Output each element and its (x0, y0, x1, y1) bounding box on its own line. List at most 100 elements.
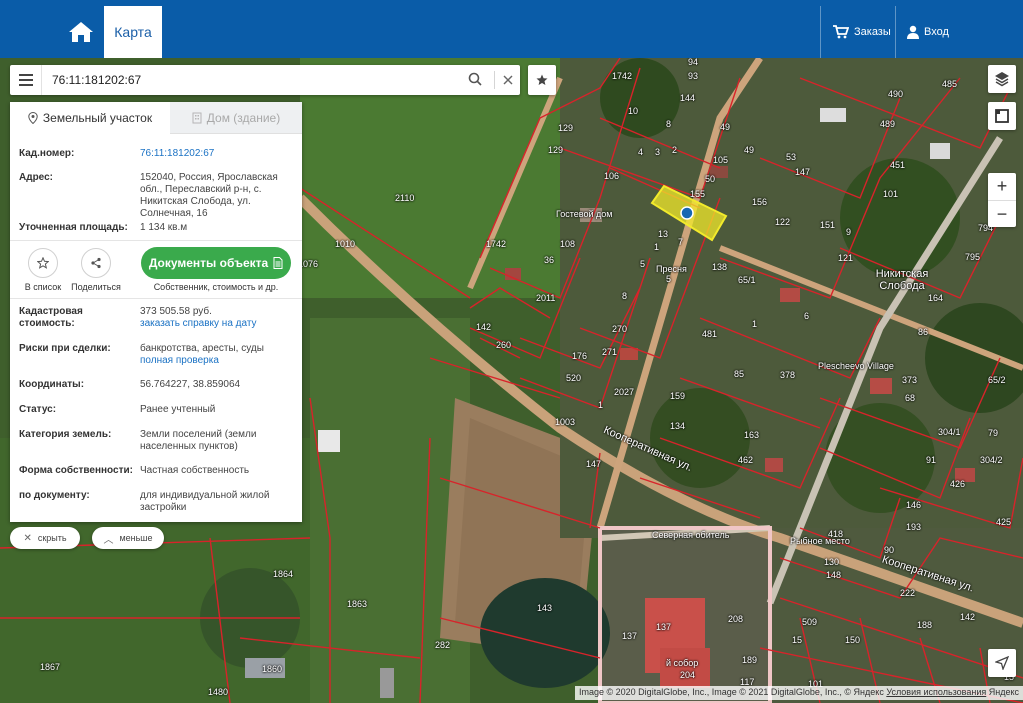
parcel-label: 148 (826, 570, 842, 580)
zoom-out-button[interactable]: − (988, 201, 1016, 228)
ownership-value: Частная собственность (140, 465, 250, 476)
parcel-label: 795 (965, 252, 981, 262)
parcel-label: 373 (902, 375, 918, 385)
cadastral-cost-value-block: 373 505.58 руб. заказать справку на дату (140, 306, 300, 330)
order-certificate-link[interactable]: заказать справку на дату (140, 318, 300, 330)
layers-button[interactable] (988, 65, 1016, 93)
parcel-label: 204 (680, 670, 696, 680)
parcel-label: 208 (728, 614, 744, 624)
ownership-label: Форма собственности: (19, 465, 133, 476)
poi-presnya[interactable]: Пресня (656, 264, 687, 274)
parcel-label: 1860 (262, 664, 283, 674)
user-icon (907, 25, 919, 39)
parcel-label: 150 (845, 635, 861, 645)
cadastral-number-link[interactable]: 76:11:181202:67 (140, 148, 300, 160)
parcel-label: 94 (688, 58, 699, 67)
parcel-label: 50 (705, 174, 716, 184)
poi-north-monastery[interactable]: Северная обитель (652, 530, 729, 540)
measure-area-button[interactable] (988, 102, 1016, 130)
divider (820, 6, 821, 58)
parcel-label: 121 (838, 253, 854, 263)
parcel-label: 282 (435, 640, 451, 650)
minus-icon: − (996, 204, 1008, 224)
poi-plescheevo-village[interactable]: Plescheevo Village (818, 361, 894, 371)
parcel-label: 509 (802, 617, 818, 627)
parcel-label: 79 (988, 428, 999, 438)
share-label: Поделиться (71, 282, 121, 292)
poi-fishing[interactable]: Рыбное место (790, 536, 850, 546)
docs-subtitle: Собственник, стоимость и др. (153, 282, 279, 292)
share-button[interactable] (81, 248, 111, 278)
clear-search-button[interactable] (500, 71, 516, 89)
parcel-label: 36 (544, 255, 555, 265)
parcel-label: 53 (786, 152, 797, 162)
cadastral-number-label: Кад.номер: (19, 148, 75, 159)
parcel-label: 68 (905, 393, 916, 403)
object-documents-button[interactable]: Документы объекта (141, 247, 291, 279)
home-icon (69, 22, 93, 42)
parcel-label: 86 (918, 327, 929, 337)
docs-button-label: Документы объекта (148, 256, 269, 270)
divider (494, 71, 495, 89)
cadastral-cost-label-line1: Кадастровая (19, 306, 83, 317)
parcel-label: 1 (752, 319, 758, 329)
parcel-label: 9 (846, 227, 852, 237)
chevron-up-icon: ︿ (103, 534, 114, 546)
hide-panel-button[interactable]: ✕ скрыть (10, 527, 80, 549)
search-button[interactable] (468, 72, 482, 91)
parcel-label: 129 (548, 145, 564, 155)
parcel-label: 101 (883, 189, 899, 199)
land-category-label: Категория земель: (19, 429, 112, 440)
parcel-label: 129 (558, 123, 574, 133)
permitted-use-label: по документу: (19, 490, 90, 501)
layers-icon (995, 72, 1009, 87)
zoom-in-button[interactable]: + (988, 173, 1016, 200)
parcel-label: 144 (680, 93, 696, 103)
location-pin-icon (28, 112, 38, 124)
poi-sobor[interactable]: й собор (666, 658, 698, 668)
panel-tabs: Земельный участок Дом (здание) (10, 102, 302, 134)
parcel-label: 49 (744, 145, 755, 155)
parcel-label: 122 (775, 217, 791, 227)
menu-button[interactable] (10, 65, 42, 95)
parcel-label: 222 (900, 588, 916, 598)
divider (10, 240, 302, 241)
cadastral-cost-label-line2: стоимость: (19, 318, 75, 329)
parcel-label: 137 (656, 622, 672, 632)
locate-me-button[interactable] (988, 649, 1016, 677)
square-select-icon (995, 109, 1009, 123)
search-input[interactable]: 76:11:181202:67 (52, 73, 141, 87)
parcel-label: 5 (666, 274, 672, 284)
parcel-label: 451 (890, 160, 906, 170)
tab-land-parcel[interactable]: Земельный участок (10, 102, 170, 134)
parcel-label: 271 (602, 347, 618, 357)
login-button[interactable]: Вход (907, 6, 949, 58)
poi-guest-house[interactable]: Гостевой дом (556, 209, 612, 219)
parcel-label: 108 (560, 239, 576, 249)
divider (10, 298, 302, 299)
add-to-list-button[interactable] (28, 248, 58, 278)
parcel-label: 4 (638, 147, 644, 157)
favorites-button[interactable] (528, 65, 556, 95)
parcel-label: 163 (744, 430, 760, 440)
status-label: Статус: (19, 404, 57, 415)
orders-button[interactable]: Заказы (833, 6, 891, 58)
tab-map[interactable]: Карта (104, 6, 162, 58)
home-button[interactable] (58, 6, 104, 58)
parcel-label: 6 (804, 311, 810, 321)
terms-of-use-link[interactable]: Условия использования (886, 687, 986, 697)
collapse-panel-button[interactable]: ︿ меньше (92, 527, 164, 549)
full-check-link[interactable]: полная проверка (140, 355, 300, 367)
parcel-label: 189 (742, 655, 758, 665)
status-value: Ранее учтенный (140, 404, 216, 415)
parcel-label: 1742 (612, 71, 633, 81)
parcel-label: 490 (888, 89, 904, 99)
search-bar: 76:11:181202:67 (10, 65, 520, 95)
parcel-label: 85 (734, 369, 745, 379)
risks-value-block: банкротства, аресты, суды полная проверк… (140, 343, 300, 367)
risks-label: Риски при сделки: (19, 343, 111, 354)
share-icon (91, 257, 101, 269)
parcel-label: 462 (738, 455, 754, 465)
tab-building[interactable]: Дом (здание) (170, 102, 302, 134)
document-icon (273, 257, 283, 269)
